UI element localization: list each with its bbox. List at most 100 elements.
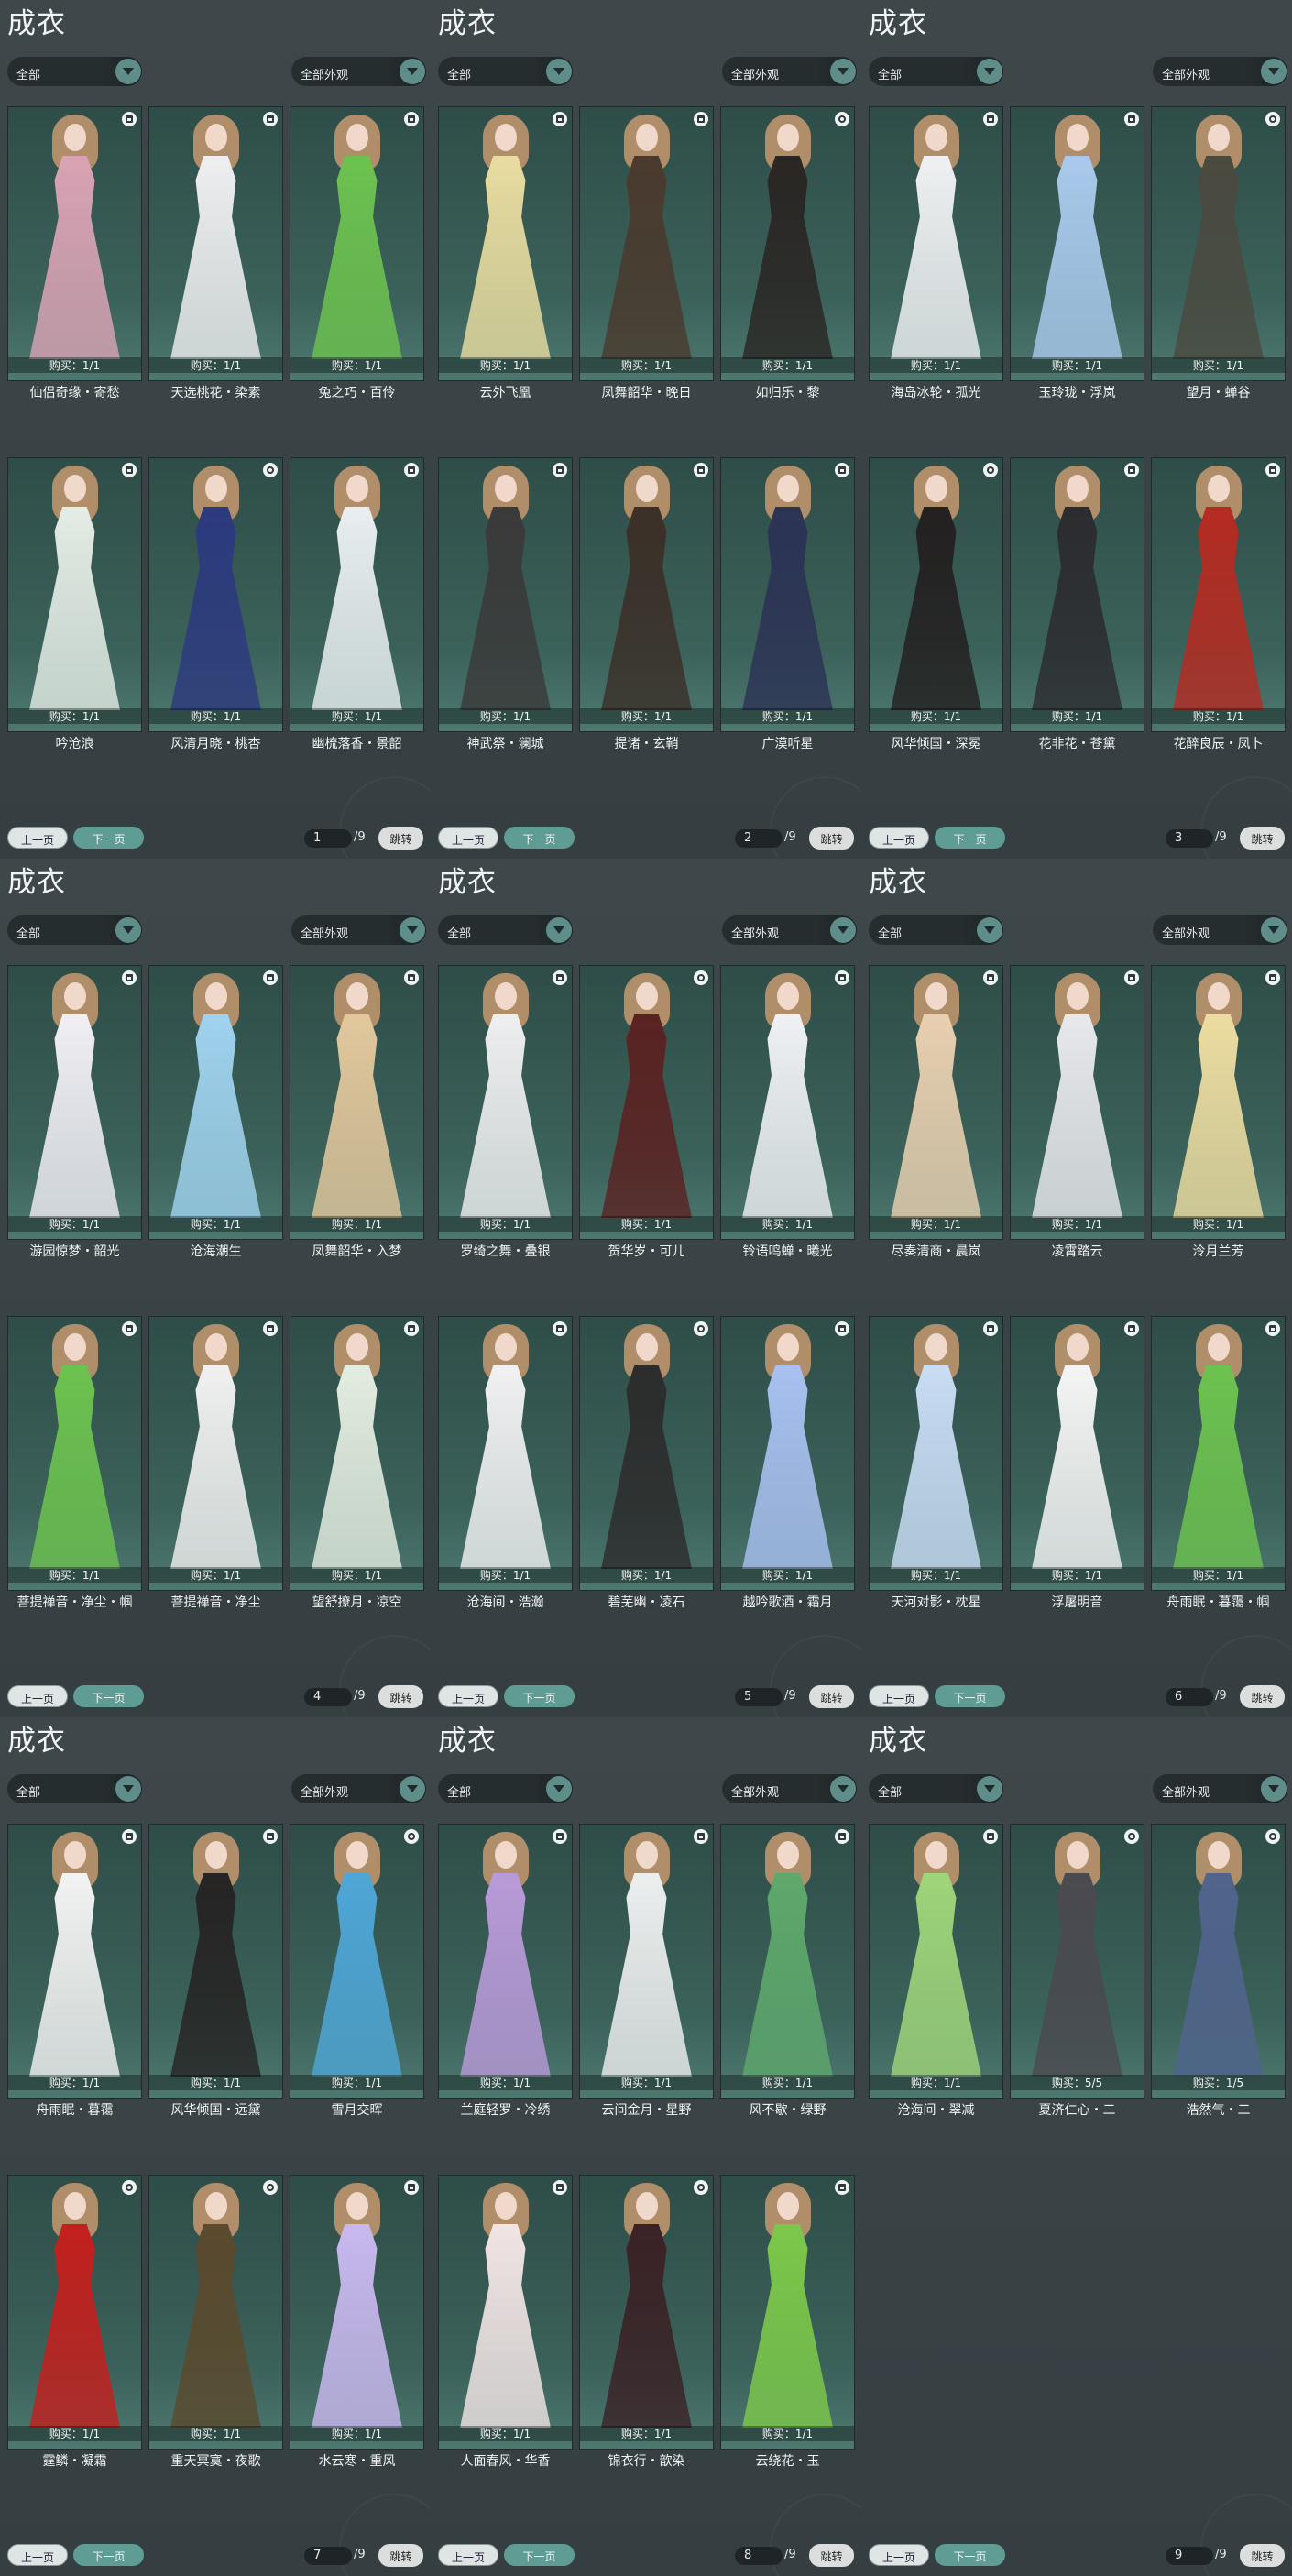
prev-page-button[interactable]: 上一页 — [7, 1685, 68, 1707]
category-dropdown[interactable]: 全部 — [438, 915, 573, 945]
outfit-card[interactable]: 购买：1/1 — [869, 1316, 1003, 1591]
appearance-dropdown[interactable]: 全部外观 — [1153, 1774, 1287, 1803]
outfit-card[interactable]: 购买：1/1 — [438, 965, 573, 1240]
outfit-card[interactable]: 购买：1/1 — [148, 965, 283, 1240]
appearance-dropdown[interactable]: 全部外观 — [291, 915, 426, 945]
outfit-card[interactable]: 购买：1/1 — [438, 1316, 573, 1591]
chevron-down-icon[interactable] — [977, 59, 1002, 84]
chevron-down-icon[interactable] — [400, 59, 425, 84]
outfit-card[interactable]: 购买：1/1 — [7, 1316, 142, 1591]
category-dropdown[interactable]: 全部 — [438, 57, 573, 86]
prev-page-button[interactable]: 上一页 — [438, 827, 498, 849]
outfit-card[interactable]: 购买：1/1 — [720, 2175, 855, 2450]
chevron-down-icon[interactable] — [546, 917, 572, 943]
outfit-card[interactable]: 购买：1/1 — [438, 2175, 573, 2450]
outfit-card[interactable]: 购买：1/1 — [869, 457, 1003, 732]
outfit-card[interactable]: 购买：1/1 — [1010, 1316, 1144, 1591]
page-number-input[interactable]: 7 — [304, 2547, 352, 2565]
jump-button[interactable]: 跳转 — [1240, 1685, 1285, 1708]
page-number-input[interactable]: 1 — [304, 829, 352, 848]
outfit-card[interactable]: 购买：1/1 — [438, 106, 573, 381]
outfit-card[interactable]: 购买：1/1 — [869, 965, 1003, 1240]
jump-button[interactable]: 跳转 — [809, 1685, 854, 1708]
prev-page-button[interactable]: 上一页 — [438, 1685, 498, 1707]
prev-page-button[interactable]: 上一页 — [7, 827, 68, 849]
outfit-card[interactable]: 购买：1/1 — [720, 1824, 855, 2099]
category-dropdown[interactable]: 全部 — [869, 1774, 1003, 1803]
chevron-down-icon[interactable] — [830, 1776, 856, 1802]
jump-button[interactable]: 跳转 — [1240, 2544, 1285, 2567]
outfit-card[interactable]: 购买：1/1 — [1151, 965, 1286, 1240]
chevron-down-icon[interactable] — [830, 59, 856, 84]
next-page-button[interactable]: 下一页 — [935, 827, 1005, 849]
outfit-card[interactable]: 购买：1/1 — [438, 1824, 573, 2099]
appearance-dropdown[interactable]: 全部外观 — [291, 57, 426, 86]
outfit-card[interactable]: 购买：1/1 — [290, 106, 424, 381]
outfit-card[interactable]: 购买：1/1 — [7, 2175, 142, 2450]
category-dropdown[interactable]: 全部 — [869, 915, 1003, 945]
jump-button[interactable]: 跳转 — [378, 827, 423, 850]
outfit-card[interactable]: 购买：5/5 — [1010, 1824, 1144, 2099]
chevron-down-icon[interactable] — [115, 917, 141, 943]
appearance-dropdown[interactable]: 全部外观 — [722, 915, 857, 945]
jump-button[interactable]: 跳转 — [809, 827, 854, 850]
chevron-down-icon[interactable] — [830, 917, 856, 943]
prev-page-button[interactable]: 上一页 — [869, 1685, 929, 1707]
outfit-card[interactable]: 购买：1/1 — [7, 1824, 142, 2099]
outfit-card[interactable]: 购买：1/1 — [7, 457, 142, 732]
chevron-down-icon[interactable] — [115, 59, 141, 84]
outfit-card[interactable]: 购买：1/1 — [438, 457, 573, 732]
category-dropdown[interactable]: 全部 — [7, 1774, 142, 1803]
outfit-card[interactable]: 购买：1/1 — [720, 106, 855, 381]
category-dropdown[interactable]: 全部 — [7, 57, 142, 86]
next-page-button[interactable]: 下一页 — [73, 827, 144, 849]
outfit-card[interactable]: 购买：1/1 — [1151, 457, 1286, 732]
appearance-dropdown[interactable]: 全部外观 — [722, 57, 857, 86]
category-dropdown[interactable]: 全部 — [438, 1774, 573, 1803]
outfit-card[interactable]: 购买：1/1 — [869, 1824, 1003, 2099]
outfit-card[interactable]: 购买：1/1 — [148, 2175, 283, 2450]
page-number-input[interactable]: 6 — [1166, 1688, 1213, 1706]
outfit-card[interactable]: 购买：1/1 — [148, 457, 283, 732]
outfit-card[interactable]: 购买：1/1 — [290, 965, 424, 1240]
page-number-input[interactable]: 4 — [304, 1688, 352, 1706]
outfit-card[interactable]: 购买：1/5 — [1151, 1824, 1286, 2099]
outfit-card[interactable]: 购买：1/1 — [1010, 965, 1144, 1240]
prev-page-button[interactable]: 上一页 — [438, 2544, 498, 2566]
category-dropdown[interactable]: 全部 — [7, 915, 142, 945]
outfit-card[interactable]: 购买：1/1 — [579, 965, 714, 1240]
outfit-card[interactable]: 购买：1/1 — [579, 106, 714, 381]
next-page-button[interactable]: 下一页 — [935, 1685, 1005, 1707]
outfit-card[interactable]: 购买：1/1 — [290, 1316, 424, 1591]
outfit-card[interactable]: 购买：1/1 — [7, 106, 142, 381]
outfit-card[interactable]: 购买：1/1 — [579, 1316, 714, 1591]
category-dropdown[interactable]: 全部 — [869, 57, 1003, 86]
chevron-down-icon[interactable] — [1261, 59, 1287, 84]
next-page-button[interactable]: 下一页 — [73, 1685, 144, 1707]
next-page-button[interactable]: 下一页 — [504, 1685, 575, 1707]
chevron-down-icon[interactable] — [400, 1776, 425, 1802]
outfit-card[interactable]: 购买：1/1 — [290, 2175, 424, 2450]
chevron-down-icon[interactable] — [977, 1776, 1002, 1802]
appearance-dropdown[interactable]: 全部外观 — [291, 1774, 426, 1803]
next-page-button[interactable]: 下一页 — [504, 2544, 575, 2566]
chevron-down-icon[interactable] — [115, 1776, 141, 1802]
outfit-card[interactable]: 购买：1/1 — [1151, 1316, 1286, 1591]
jump-button[interactable]: 跳转 — [809, 2544, 854, 2567]
chevron-down-icon[interactable] — [977, 917, 1002, 943]
page-number-input[interactable]: 9 — [1166, 2547, 1213, 2565]
appearance-dropdown[interactable]: 全部外观 — [722, 1774, 857, 1803]
outfit-card[interactable]: 购买：1/1 — [1151, 106, 1286, 381]
next-page-button[interactable]: 下一页 — [935, 2544, 1005, 2566]
chevron-down-icon[interactable] — [546, 59, 572, 84]
outfit-card[interactable]: 购买：1/1 — [720, 1316, 855, 1591]
chevron-down-icon[interactable] — [400, 917, 425, 943]
outfit-card[interactable]: 购买：1/1 — [720, 457, 855, 732]
outfit-card[interactable]: 购买：1/1 — [290, 1824, 424, 2099]
outfit-card[interactable]: 购买：1/1 — [148, 106, 283, 381]
prev-page-button[interactable]: 上一页 — [7, 2544, 68, 2566]
outfit-card[interactable]: 购买：1/1 — [579, 2175, 714, 2450]
prev-page-button[interactable]: 上一页 — [869, 827, 929, 849]
outfit-card[interactable]: 购买：1/1 — [720, 965, 855, 1240]
page-number-input[interactable]: 3 — [1166, 829, 1213, 848]
